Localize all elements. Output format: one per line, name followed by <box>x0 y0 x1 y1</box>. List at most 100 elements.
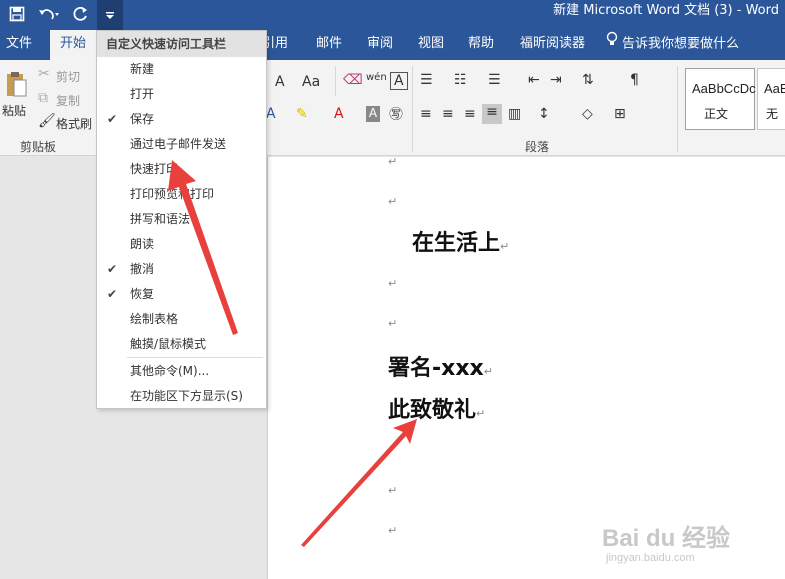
menu-item-quick-print[interactable]: 快速打印 <box>97 157 266 182</box>
menu-item-open[interactable]: 打开 <box>97 82 266 107</box>
paste-button[interactable]: 粘贴 <box>2 102 26 119</box>
paragraph-mark: ↵ <box>500 240 510 253</box>
menu-item-label: 绘制表格 <box>130 312 179 326</box>
paste-icon[interactable] <box>4 70 28 100</box>
tab-view[interactable]: 视图 <box>418 30 444 60</box>
tell-me-text: 告诉我你想要做什么 <box>622 36 740 52</box>
window-title: 新建 Microsoft Word 文档 (3) - Word <box>553 3 779 18</box>
paragraph-mark: ↵ <box>388 484 398 497</box>
sort-icon[interactable]: ⇅ <box>582 72 594 88</box>
font-color-icon[interactable]: A <box>334 106 344 122</box>
menu-item-label: 快速打印 <box>130 162 179 176</box>
align-left-icon[interactable]: ≡ <box>420 106 432 122</box>
doc-line-text: 在生活上 <box>412 231 501 256</box>
style-no-spacing-sample: AaBb <box>764 81 785 96</box>
style-normal[interactable]: AaBbCcDc 正文 <box>685 68 756 130</box>
format-painter-button[interactable]: 格式刷 <box>56 115 92 132</box>
align-center-icon[interactable]: ≡ <box>442 106 454 122</box>
multilevel-list-icon[interactable]: ☰ <box>488 72 501 88</box>
title-bar: 新建 Microsoft Word 文档 (3) - Word <box>0 0 785 30</box>
change-case-button[interactable]: Aa <box>302 74 320 90</box>
tab-foxit[interactable]: 福昕阅读器 <box>520 30 585 60</box>
menu-item-label: 撤消 <box>130 262 155 276</box>
paragraph-mark: ↵ <box>476 407 486 420</box>
menu-item-new[interactable]: 新建 <box>97 57 266 82</box>
paragraph-mark: ↵ <box>388 317 398 330</box>
paragraph-mark: ↵ <box>388 155 398 168</box>
menu-item-draw-table[interactable]: 绘制表格 <box>97 307 266 332</box>
watermark-sub: jingyan.baidu.com <box>606 552 695 564</box>
paragraph-group-label: 段落 <box>525 140 550 154</box>
copy-button[interactable]: 复制 <box>56 92 80 109</box>
menu-item-print-preview[interactable]: 打印预览和打印 <box>97 182 266 207</box>
menu-item-more-commands[interactable]: 其他命令(M)... <box>97 359 266 384</box>
numbering-icon[interactable]: ☷ <box>454 72 467 88</box>
menu-item-label: 触摸/鼠标模式 <box>130 337 207 351</box>
menu-item-spelling[interactable]: 拼写和语法 <box>97 207 266 232</box>
text-effects-icon[interactable]: A <box>266 106 276 122</box>
document-page[interactable]: ↵ ↵ 在生活上↵ ↵ ↵ 署名-xxx↵ 此致敬礼↵ ↵ ↵ <box>267 155 785 579</box>
doc-line-text: 署名-xxx <box>388 356 484 381</box>
menu-item-label: 打印预览和打印 <box>130 187 215 201</box>
tell-me-box[interactable]: 告诉我你想要做什么 <box>606 30 739 60</box>
menu-item-save[interactable]: ✔ 保存 <box>97 107 266 132</box>
character-shading-icon[interactable]: A <box>366 106 380 122</box>
enclose-character-icon[interactable]: ㊢ <box>389 104 403 124</box>
copy-icon[interactable]: ⧉ <box>38 90 48 106</box>
format-painter-icon[interactable]: 🖌 <box>38 113 56 129</box>
menu-item-label: 新建 <box>130 62 155 76</box>
redo-icon[interactable] <box>70 3 92 25</box>
cut-button[interactable]: 剪切 <box>56 68 80 85</box>
menu-item-redo[interactable]: ✔ 恢复 <box>97 282 266 307</box>
character-border-button[interactable]: A <box>390 72 408 90</box>
doc-line-regards[interactable]: 此致敬礼↵ <box>388 392 485 424</box>
menu-item-label: 朗读 <box>130 237 155 251</box>
paragraph-mark: ↵ <box>388 277 398 290</box>
tab-help[interactable]: 帮助 <box>468 30 494 60</box>
clipboard-group-label: 剪贴板 <box>20 140 57 154</box>
check-icon: ✔ <box>107 287 118 301</box>
phonetic-guide-button[interactable]: wén <box>366 72 387 83</box>
menu-item-label: 恢复 <box>130 287 155 301</box>
paragraph-mark: ↵ <box>388 195 398 208</box>
line-spacing-icon[interactable]: ↕ <box>538 106 550 122</box>
justify-icon[interactable]: ≡ <box>482 104 502 124</box>
doc-line-text: 此致敬礼 <box>388 398 477 423</box>
cut-icon[interactable]: ✂ <box>38 66 50 82</box>
show-marks-icon[interactable]: ¶ <box>630 72 639 88</box>
menu-item-touch-mode[interactable]: 触摸/鼠标模式 <box>97 332 266 357</box>
bullets-icon[interactable]: ☰ <box>420 72 433 88</box>
style-no-spacing-name: 无 <box>766 107 779 121</box>
style-normal-name: 正文 <box>704 107 729 121</box>
style-no-spacing[interactable]: AaBb 无 <box>757 68 785 130</box>
customize-qat-icon[interactable] <box>97 0 123 30</box>
tab-review[interactable]: 审阅 <box>367 30 393 60</box>
decrease-indent-icon[interactable]: ⇤ <box>528 72 540 88</box>
increase-indent-icon[interactable]: ⇥ <box>550 72 562 88</box>
clear-format-icon[interactable]: ⌫ <box>343 72 363 88</box>
grow-font-button[interactable]: A <box>275 74 285 90</box>
customize-qat-menu: 自定义快速访问工具栏 新建 打开 ✔ 保存 通过电子邮件发送 快速打印 打印预览和… <box>96 30 267 409</box>
undo-icon[interactable] <box>36 3 62 25</box>
doc-line-life[interactable]: 在生活上↵ <box>412 225 509 257</box>
borders-icon[interactable]: ⊞ <box>614 106 626 122</box>
tab-file[interactable]: 文件 <box>6 30 32 60</box>
align-right-icon[interactable]: ≡ <box>464 106 476 122</box>
style-normal-sample: AaBbCcDc <box>692 81 756 96</box>
highlight-icon[interactable]: ✎ <box>296 106 308 122</box>
menu-item-undo[interactable]: ✔ 撤消 <box>97 257 266 282</box>
tab-home[interactable]: 开始 <box>50 30 97 60</box>
distributed-icon[interactable]: ▥ <box>508 106 521 122</box>
menu-item-label: 拼写和语法 <box>130 212 191 226</box>
watermark: Bai du 经验 jingyan.baidu.com <box>602 518 772 568</box>
menu-item-read-aloud[interactable]: 朗读 <box>97 232 266 257</box>
doc-line-signature[interactable]: 署名-xxx↵ <box>388 350 493 382</box>
menu-item-email[interactable]: 通过电子邮件发送 <box>97 132 266 157</box>
save-icon[interactable] <box>6 3 28 25</box>
watermark-main: Bai du 经验 <box>602 525 731 552</box>
lightbulb-icon <box>606 30 618 58</box>
tab-mailings[interactable]: 邮件 <box>316 30 342 60</box>
check-icon: ✔ <box>107 112 118 126</box>
shading-icon[interactable]: ◇ <box>582 106 593 122</box>
menu-item-show-below[interactable]: 在功能区下方显示(S) <box>97 384 266 409</box>
